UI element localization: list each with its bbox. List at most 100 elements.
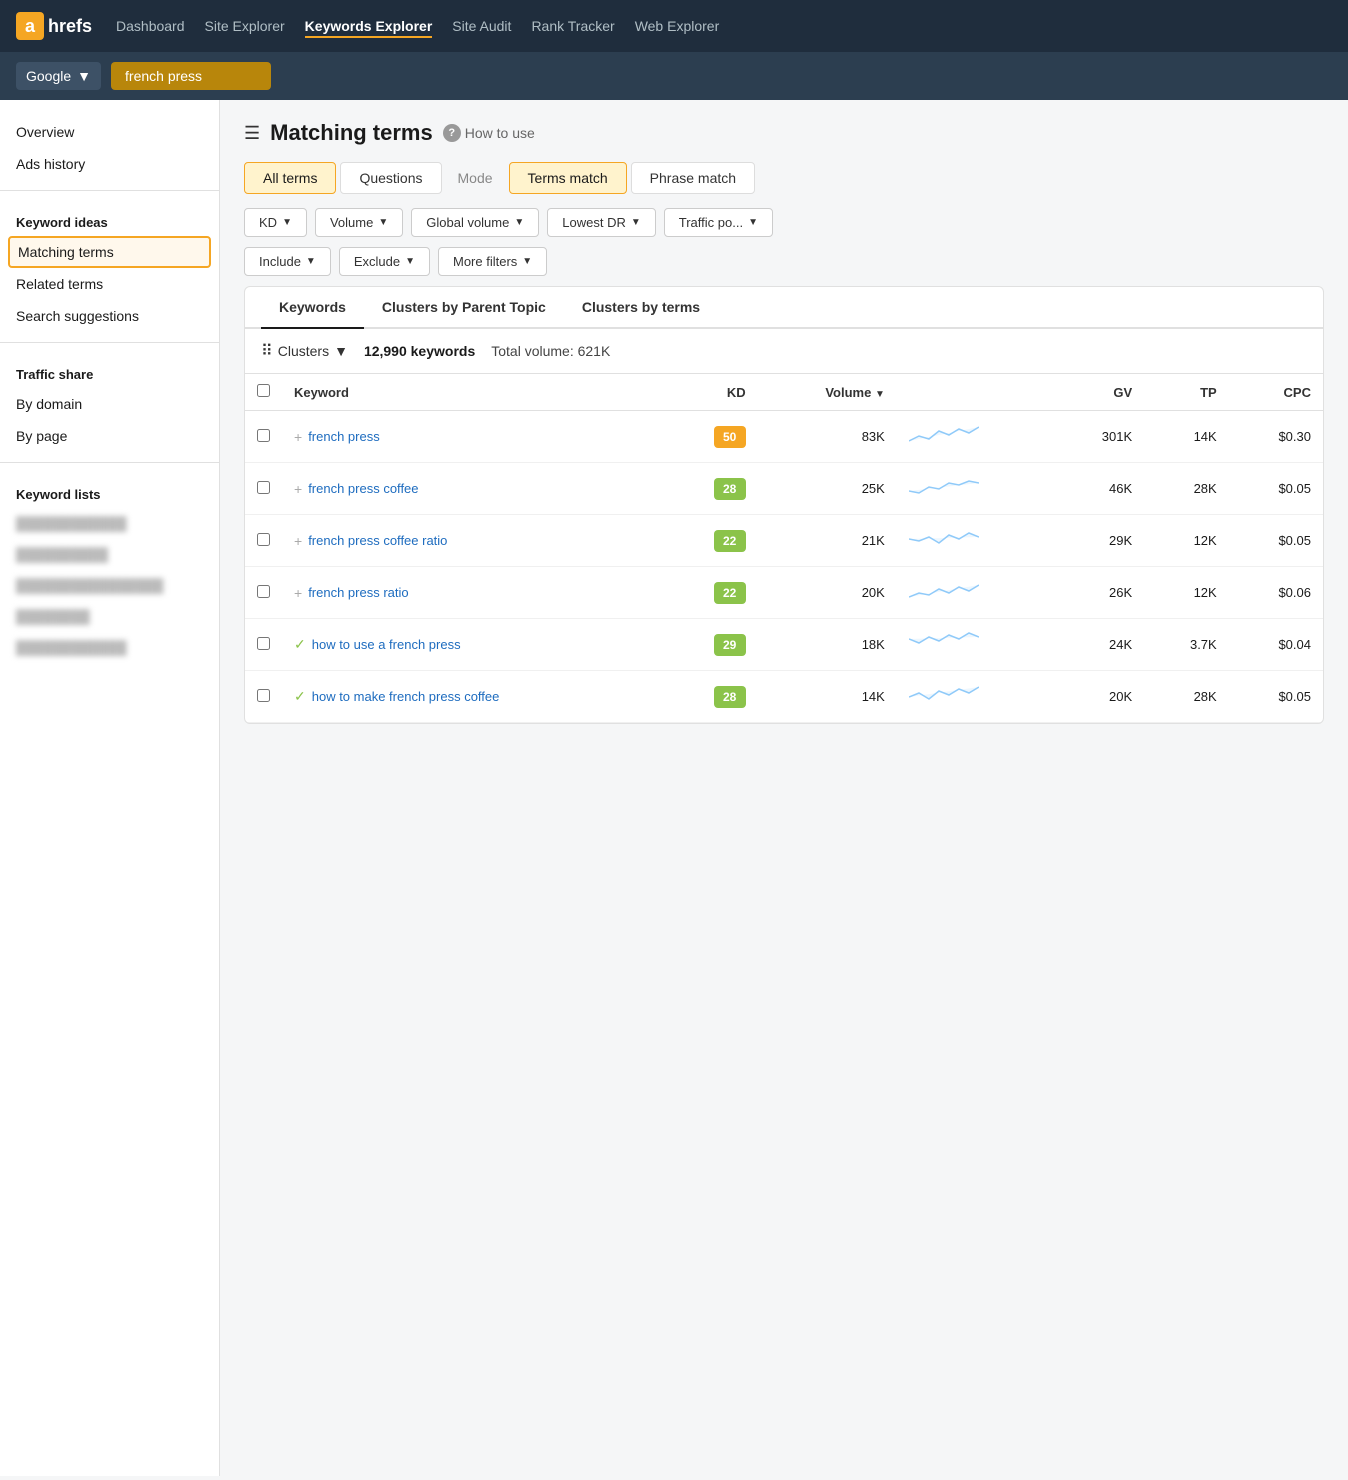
select-all-header	[245, 374, 282, 411]
menu-icon[interactable]: ☰	[244, 123, 260, 144]
filter-lowest-dr[interactable]: Lowest DR ▼	[547, 208, 655, 237]
cpc-cell: $0.06	[1229, 567, 1323, 619]
add-icon[interactable]: +	[294, 429, 302, 445]
sidebar: Overview Ads history Keyword ideas Match…	[0, 100, 220, 1476]
sidebar-item-ads-history[interactable]: Ads history	[0, 148, 219, 180]
tab-mode[interactable]: Mode	[446, 163, 505, 193]
sidebar-item-related-terms[interactable]: Related terms	[0, 268, 219, 300]
chevron-icon: ▼	[378, 217, 388, 228]
check-icon: ✓	[294, 688, 306, 705]
cpc-cell: $0.04	[1229, 619, 1323, 671]
volume-cell: 14K	[758, 671, 897, 723]
volume-cell: 25K	[758, 463, 897, 515]
tab-all-terms[interactable]: All terms	[244, 162, 336, 194]
clusters-button[interactable]: ⠿ Clusters ▼	[261, 341, 348, 361]
tp-cell: 14K	[1144, 411, 1229, 463]
row-checkbox[interactable]	[257, 481, 270, 494]
chevron-icon: ▼	[631, 217, 641, 228]
add-icon[interactable]: +	[294, 585, 302, 601]
filter-global-volume[interactable]: Global volume ▼	[411, 208, 539, 237]
nav-rank-tracker[interactable]: Rank Tracker	[531, 14, 614, 38]
row-checkbox-cell	[245, 567, 282, 619]
main-tab-row: All terms Questions Mode Terms match Phr…	[244, 162, 1324, 194]
nav-keywords-explorer[interactable]: Keywords Explorer	[305, 14, 433, 38]
kd-badge: 50	[714, 426, 746, 448]
filter-row-1: KD ▼ Volume ▼ Global volume ▼ Lowest DR …	[244, 208, 1324, 237]
cpc-cell: $0.05	[1229, 515, 1323, 567]
filter-more[interactable]: More filters ▼	[438, 247, 547, 276]
row-checkbox-cell	[245, 619, 282, 671]
add-icon[interactable]: +	[294, 533, 302, 549]
logo[interactable]: a hrefs	[16, 12, 92, 40]
nav-site-explorer[interactable]: Site Explorer	[205, 14, 285, 38]
filter-include[interactable]: Include ▼	[244, 247, 331, 276]
filter-kd[interactable]: KD ▼	[244, 208, 307, 237]
filter-traffic-potential[interactable]: Traffic po... ▼	[664, 208, 773, 237]
nav-dashboard[interactable]: Dashboard	[116, 14, 185, 38]
filter-volume[interactable]: Volume ▼	[315, 208, 403, 237]
keyword-link[interactable]: french press coffee	[308, 481, 418, 496]
keyword-cell: + french press coffee ratio	[282, 515, 664, 567]
gv-cell: 301K	[1054, 411, 1145, 463]
engine-label: Google	[26, 68, 71, 84]
main-content: ☰ Matching terms ? How to use All terms …	[220, 100, 1348, 1476]
sub-tab-clusters-parent[interactable]: Clusters by Parent Topic	[364, 287, 564, 329]
page-title-row: ☰ Matching terms ? How to use	[244, 120, 1324, 146]
sidebar-item-by-page[interactable]: By page	[0, 420, 219, 452]
sub-tab-keywords[interactable]: Keywords	[261, 287, 364, 329]
chevron-icon: ▼	[306, 256, 316, 267]
row-checkbox[interactable]	[257, 429, 270, 442]
tab-questions[interactable]: Questions	[340, 162, 441, 194]
sidebar-blurred-2: ██████████	[0, 539, 219, 570]
table-row: + french press coffee ratio 22 21K 29K 1…	[245, 515, 1323, 567]
clusters-chevron-icon: ▼	[334, 343, 348, 359]
volume-cell: 18K	[758, 619, 897, 671]
logo-icon: a	[16, 12, 44, 40]
add-icon[interactable]: +	[294, 481, 302, 497]
keyword-link[interactable]: french press	[308, 429, 380, 444]
nav-web-explorer[interactable]: Web Explorer	[635, 14, 720, 38]
volume-header[interactable]: Volume ▼	[758, 374, 897, 411]
sub-tabs: Keywords Clusters by Parent Topic Cluste…	[245, 287, 1323, 329]
sidebar-item-matching-terms[interactable]: Matching terms	[8, 236, 211, 268]
sparkline-chart	[909, 577, 979, 605]
tab-terms-match[interactable]: Terms match	[509, 162, 627, 194]
keyword-cell: ✓ how to make french press coffee	[282, 671, 664, 723]
sub-tab-clusters-terms[interactable]: Clusters by terms	[564, 287, 718, 329]
keyword-link[interactable]: french press ratio	[308, 585, 408, 600]
sidebar-item-by-domain[interactable]: By domain	[0, 388, 219, 420]
kd-cell: 29	[664, 619, 757, 671]
kd-badge: 28	[714, 686, 746, 708]
how-to-use-button[interactable]: ? How to use	[443, 124, 535, 142]
search-query-display[interactable]: french press	[111, 62, 271, 90]
keyword-link[interactable]: french press coffee ratio	[308, 533, 447, 548]
stats-row: ⠿ Clusters ▼ 12,990 keywords Total volum…	[245, 329, 1323, 374]
row-checkbox[interactable]	[257, 689, 270, 702]
sidebar-item-search-suggestions[interactable]: Search suggestions	[0, 300, 219, 332]
cpc-cell: $0.30	[1229, 411, 1323, 463]
sidebar-divider-1	[0, 190, 219, 191]
select-all-checkbox[interactable]	[257, 384, 270, 397]
main-layout: Overview Ads history Keyword ideas Match…	[0, 100, 1348, 1476]
chevron-icon: ▼	[522, 256, 532, 267]
tab-phrase-match[interactable]: Phrase match	[631, 162, 755, 194]
engine-selector[interactable]: Google ▼	[16, 62, 101, 90]
keyword-cell: + french press coffee	[282, 463, 664, 515]
search-bar: Google ▼ french press	[0, 52, 1348, 100]
keyword-cell: + french press ratio	[282, 567, 664, 619]
keyword-link[interactable]: how to use a french press	[312, 637, 461, 652]
clusters-dots-icon: ⠿	[261, 341, 273, 361]
row-checkbox[interactable]	[257, 533, 270, 546]
sidebar-section-traffic-share: Traffic share	[0, 353, 219, 388]
keyword-link[interactable]: how to make french press coffee	[312, 689, 500, 704]
filter-exclude[interactable]: Exclude ▼	[339, 247, 430, 276]
nav-site-audit[interactable]: Site Audit	[452, 14, 511, 38]
kd-header: KD	[664, 374, 757, 411]
gv-cell: 26K	[1054, 567, 1145, 619]
total-volume: Total volume: 621K	[491, 343, 610, 359]
cpc-cell: $0.05	[1229, 463, 1323, 515]
row-checkbox[interactable]	[257, 637, 270, 650]
row-checkbox[interactable]	[257, 585, 270, 598]
sidebar-item-overview[interactable]: Overview	[0, 116, 219, 148]
chevron-icon: ▼	[282, 217, 292, 228]
